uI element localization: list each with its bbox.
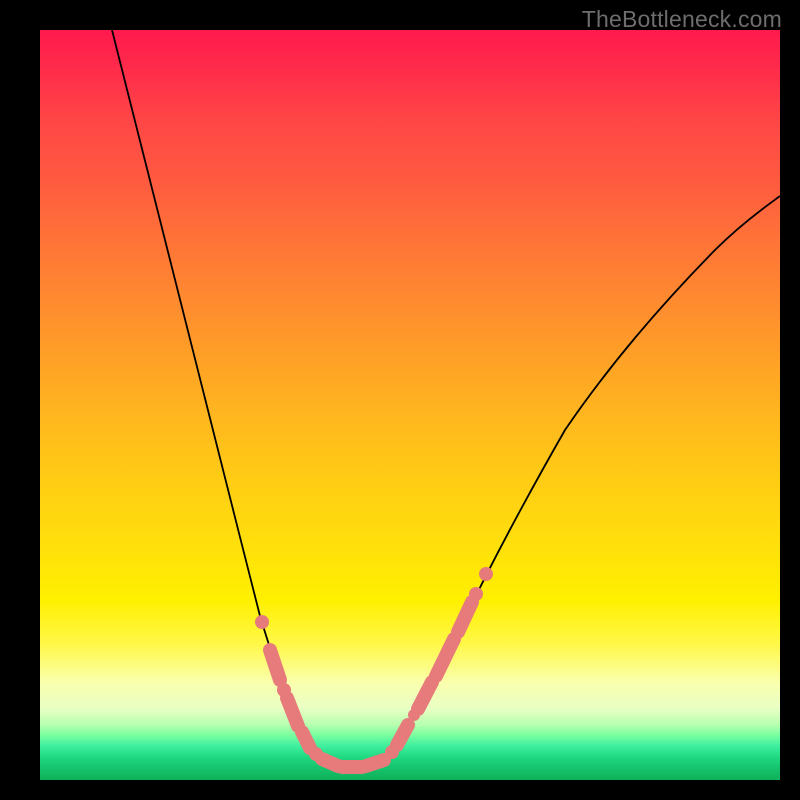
chart-frame: TheBottleneck.com — [0, 0, 800, 800]
marker-segment — [436, 639, 454, 676]
marker-dot — [255, 615, 269, 629]
marker-segment — [366, 760, 384, 766]
marker-group — [255, 567, 493, 767]
marker-dot — [469, 587, 483, 601]
marker-segment — [458, 602, 472, 632]
marker-segment — [270, 650, 280, 680]
marker-segment — [418, 682, 432, 709]
marker-segment — [397, 725, 408, 745]
marker-segment — [302, 732, 310, 748]
plot-area — [40, 30, 780, 780]
chart-svg — [40, 30, 780, 780]
marker-segment — [287, 698, 298, 726]
marker-dot — [479, 567, 493, 581]
watermark-text: TheBottleneck.com — [582, 6, 782, 33]
